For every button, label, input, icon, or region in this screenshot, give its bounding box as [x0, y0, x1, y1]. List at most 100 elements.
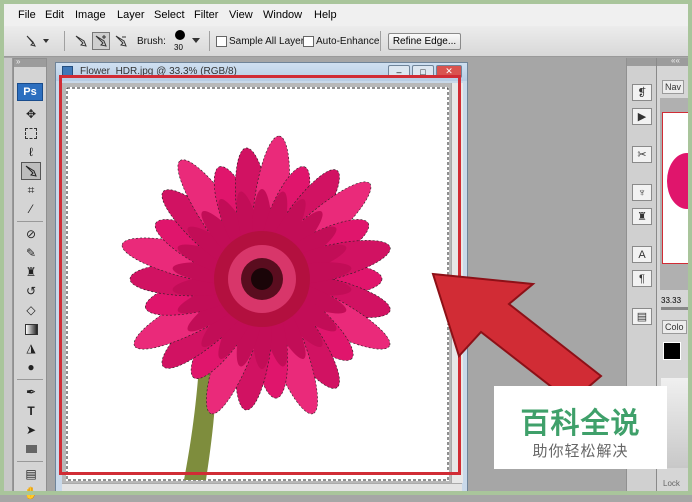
history-panel-button[interactable]: ❡ — [632, 84, 652, 101]
auto-enhance-checkbox[interactable] — [303, 36, 314, 47]
dock-header[interactable] — [627, 58, 657, 66]
eraser-icon: ◇ — [26, 303, 36, 317]
collapse-arrows-icon: » — [16, 57, 21, 66]
menu-image[interactable]: Image — [75, 9, 106, 21]
history-brush-tool[interactable]: ↺ — [21, 282, 41, 300]
play-icon: ▶ — [637, 111, 647, 123]
chevron-down-icon — [192, 38, 200, 43]
menu-help[interactable]: Help — [314, 9, 337, 21]
tools-icon: ✂ — [637, 149, 647, 161]
menu-bar: File Edit Image Layer Select Filter View… — [4, 4, 688, 27]
pen-icon: ✒ — [25, 385, 37, 399]
panel-collapse-strip[interactable] — [4, 58, 13, 495]
character-icon: A — [638, 248, 646, 261]
brush-size-picker[interactable]: 30 — [170, 29, 200, 55]
paragraph-icon: ¶ — [639, 272, 645, 285]
subtract-selection-mode[interactable] — [112, 32, 130, 50]
tab-color[interactable]: Colo — [662, 320, 687, 334]
actions-panel-button[interactable]: ▶ — [632, 108, 652, 125]
sample-all-layers-label: Sample All Layers — [229, 36, 310, 47]
tool-divider — [17, 379, 43, 380]
menu-layer[interactable]: Layer — [117, 9, 145, 21]
navigator-zoom[interactable]: 33.33 — [661, 296, 681, 305]
drop-icon: ◮ — [26, 341, 36, 355]
brush-subtract-icon — [115, 35, 127, 47]
zoom-slider[interactable] — [661, 307, 691, 310]
crop-tool[interactable]: ⌗ — [21, 181, 41, 199]
paragraph-panel-button[interactable]: ¶ — [632, 270, 652, 287]
type-icon: T — [27, 404, 35, 418]
tool-divider — [17, 221, 43, 222]
add-selection-mode[interactable] — [92, 32, 110, 50]
clone-stamp-tool[interactable]: ♜ — [21, 263, 41, 281]
menu-edit[interactable]: Edit — [45, 9, 64, 21]
brush-label: Brush: — [137, 36, 166, 47]
character-panel-button[interactable]: A — [632, 246, 652, 263]
new-selection-mode[interactable] — [72, 32, 90, 50]
tab-navigator[interactable]: Nav — [662, 80, 685, 94]
brush-size-value: 30 — [174, 43, 183, 52]
brush-new-icon — [75, 35, 87, 47]
collapse-arrows-icon: «« — [671, 56, 680, 65]
shape-tool[interactable] — [21, 440, 41, 458]
auto-enhance-label: Auto-Enhance — [316, 36, 380, 47]
refine-edge-button[interactable]: Refine Edge... — [388, 33, 461, 50]
gradient-icon — [24, 323, 38, 335]
notes-tool[interactable]: ▤ — [21, 465, 41, 483]
ps-logo: Ps — [17, 83, 43, 101]
thumbnail-flower — [667, 153, 692, 209]
eyedropper-tool[interactable]: ⁄ — [21, 200, 41, 218]
menu-view[interactable]: View — [229, 9, 253, 21]
panel-header[interactable]: «« — [657, 56, 692, 66]
pen-tool[interactable]: ✒ — [21, 383, 41, 401]
quick-selection-icon — [26, 35, 49, 47]
brush-tool[interactable]: ✎ — [21, 244, 41, 262]
quick-selection-tool[interactable] — [21, 162, 41, 180]
separator — [380, 31, 381, 51]
watermark-title: 百科全说 — [520, 406, 641, 440]
toolbox-header[interactable]: » — [14, 57, 46, 67]
move-icon: ✥ — [25, 107, 37, 121]
brush-icon: ✎ — [25, 246, 37, 260]
type-tool[interactable]: T — [21, 402, 41, 420]
lasso-tool[interactable]: ℓ — [21, 143, 41, 161]
dodge-tool[interactable]: ● — [21, 358, 41, 376]
gradient-tool[interactable] — [21, 320, 41, 338]
move-tool[interactable]: ✥ — [21, 105, 41, 123]
eyedropper-icon: ⁄ — [29, 202, 32, 216]
menu-window[interactable]: Window — [263, 9, 302, 21]
menu-select[interactable]: Select — [154, 9, 185, 21]
tool-preset-picker[interactable] — [22, 32, 52, 50]
history-brush-icon: ↺ — [25, 284, 37, 298]
navigator-thumbnail — [662, 112, 692, 264]
lock-label: Lock — [663, 479, 680, 488]
sample-all-layers-checkbox[interactable] — [216, 36, 227, 47]
bandage-icon: ⊘ — [25, 227, 37, 241]
eraser-tool[interactable]: ◇ — [21, 301, 41, 319]
clone-source-icon: ♜ — [637, 211, 647, 223]
menu-filter[interactable]: Filter — [194, 9, 218, 21]
brushes-panel-button[interactable]: ♆ — [632, 184, 652, 201]
healing-brush-tool[interactable]: ⊘ — [21, 225, 41, 243]
tool-presets-button[interactable]: ✂ — [632, 146, 652, 163]
stamp-icon: ♜ — [25, 265, 37, 279]
clone-source-button[interactable]: ♜ — [632, 208, 652, 225]
options-bar: Brush: 30 Sample All Layers Auto-Enhance… — [4, 26, 688, 57]
brush-panel-icon: ♆ — [637, 186, 647, 199]
blur-tool[interactable]: ◮ — [21, 339, 41, 357]
separator — [64, 31, 65, 51]
brush-dot-icon — [175, 30, 185, 40]
dodge-icon: ● — [27, 360, 35, 374]
rectangle-icon — [25, 445, 37, 453]
lasso-icon: ℓ — [29, 145, 33, 159]
menu-file[interactable]: File — [18, 9, 36, 21]
path-selection-tool[interactable]: ➤ — [21, 421, 41, 439]
history-icon: ❡ — [637, 87, 647, 99]
quick-selection-icon — [25, 165, 37, 177]
foreground-color-swatch[interactable] — [663, 342, 681, 360]
layer-comps-button[interactable]: ▤ — [632, 308, 652, 325]
watermark-badge: 百科全说 助你轻松解决 — [494, 386, 667, 469]
hand-tool[interactable]: ✋ — [21, 484, 41, 502]
hand-icon: ✋ — [23, 486, 39, 500]
marquee-tool[interactable] — [21, 124, 41, 142]
